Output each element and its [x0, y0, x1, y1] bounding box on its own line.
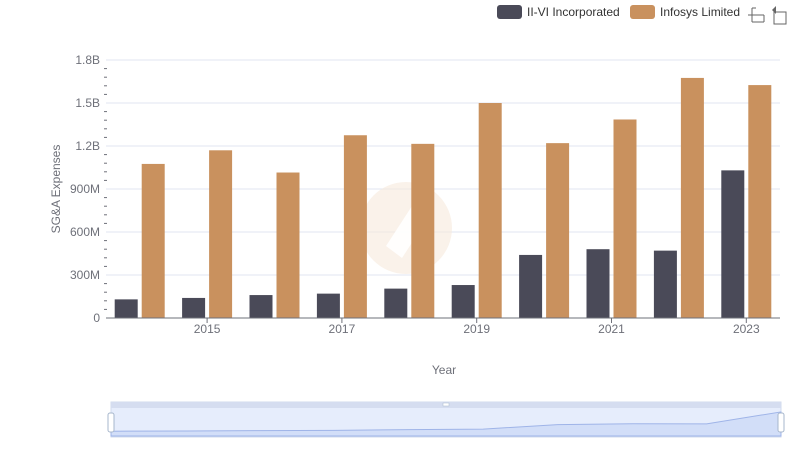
- legend-item-infosys-limited[interactable]: Infosys Limited: [630, 5, 740, 19]
- chart-canvas: 0300M600M900M1.2B1.5B1.8B 2015 2017 2019 20…: [49, 5, 787, 438]
- x-tick-label: 2017: [329, 322, 356, 336]
- y-axis-title: SG&A Expenses: [49, 145, 63, 234]
- bar-ii-vi-incorporated-2019[interactable]: [451, 285, 475, 318]
- bar-infosys-limited-2020[interactable]: [546, 143, 570, 318]
- y-tick-label: 0: [93, 311, 100, 325]
- legend-label: II-VI Incorporated: [527, 5, 620, 19]
- slider-handle-left[interactable]: [107, 412, 115, 433]
- y-tick-label: 600M: [70, 225, 100, 239]
- slider-grip[interactable]: [442, 402, 450, 407]
- y-axis: 0 300M 600M 900M 1.2B 1.5B 1.8B: [70, 53, 107, 325]
- bar-infosys-limited-2016[interactable]: [276, 172, 300, 318]
- toolbox: [748, 6, 787, 25]
- bar-ii-vi-incorporated-2023[interactable]: [721, 170, 745, 318]
- y-tick-label: 1.8B: [75, 53, 100, 67]
- bar-ii-vi-incorporated-2020[interactable]: [519, 254, 543, 318]
- restore-icon[interactable]: [772, 6, 787, 25]
- grid-lines: [106, 59, 780, 319]
- legend: II-VI Incorporated Infosys Limited: [497, 5, 740, 19]
- slider-handle-right[interactable]: [777, 412, 785, 433]
- bar-ii-vi-incorporated-2022[interactable]: [653, 250, 677, 318]
- y-tick-label: 300M: [70, 268, 100, 282]
- bar-ii-vi-incorporated-2018[interactable]: [384, 288, 408, 318]
- bar-infosys-limited-2014[interactable]: [141, 163, 165, 318]
- bars: [114, 77, 772, 319]
- x-tick-label: 2015: [194, 322, 221, 336]
- bar-ii-vi-incorporated-2021[interactable]: [586, 249, 610, 318]
- bar-infosys-limited-2022[interactable]: [680, 77, 704, 319]
- data-zoom-slider[interactable]: [107, 401, 785, 438]
- bar-infosys-limited-2023[interactable]: [748, 85, 772, 318]
- legend-item-ii-vi-incorporated[interactable]: II-VI Incorporated: [497, 5, 620, 19]
- y-tick-label: 1.5B: [75, 96, 100, 110]
- bar-infosys-limited-2019[interactable]: [478, 103, 502, 318]
- bar-ii-vi-incorporated-2015[interactable]: [182, 297, 206, 318]
- bar-ii-vi-incorporated-2014[interactable]: [114, 299, 138, 318]
- x-tick-label: 2019: [463, 322, 490, 336]
- zoom-icon[interactable]: [748, 7, 765, 23]
- bar-infosys-limited-2017[interactable]: [343, 135, 367, 318]
- x-axis-title: Year: [432, 363, 456, 377]
- y-tick-label: 900M: [70, 182, 100, 196]
- legend-swatch: [497, 5, 522, 19]
- watermark-logo: [360, 182, 452, 274]
- y-tick-label: 1.2B: [75, 139, 100, 153]
- bar-ii-vi-incorporated-2016[interactable]: [249, 295, 273, 318]
- x-axis: 2015 2017 2019 2021 2023: [106, 317, 780, 336]
- x-tick-label: 2021: [598, 322, 625, 336]
- legend-label: Infosys Limited: [660, 5, 740, 19]
- bar-infosys-limited-2018[interactable]: [411, 143, 435, 318]
- bar-ii-vi-incorporated-2017[interactable]: [316, 293, 340, 318]
- bar-infosys-limited-2021[interactable]: [613, 119, 637, 318]
- bar-infosys-limited-2015[interactable]: [209, 150, 233, 318]
- x-tick-label: 2023: [733, 322, 760, 336]
- legend-swatch: [630, 5, 655, 19]
